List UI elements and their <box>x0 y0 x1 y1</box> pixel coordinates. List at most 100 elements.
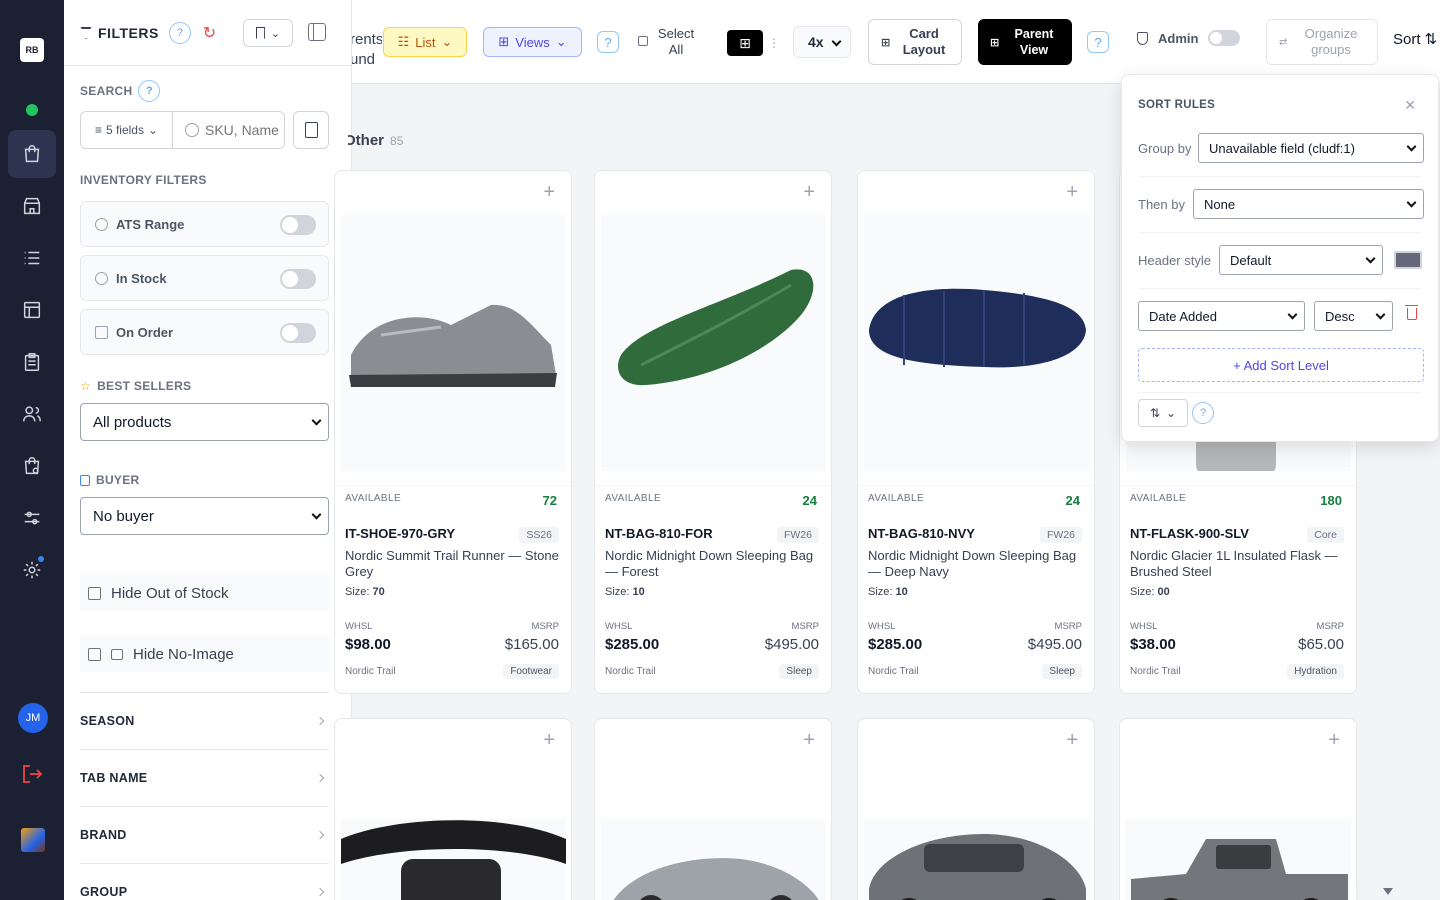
product-card[interactable]: + <box>857 718 1095 900</box>
admin-toggle[interactable] <box>1208 30 1241 46</box>
hide-out-of-stock-checkbox[interactable] <box>88 586 101 600</box>
checkbox-icon <box>638 36 648 46</box>
product-image[interactable] <box>601 819 826 900</box>
rail-item-list[interactable] <box>8 234 56 282</box>
add-to-selection-icon[interactable]: + <box>803 181 815 204</box>
add-to-selection-icon[interactable]: + <box>1328 729 1340 752</box>
views-dropdown[interactable]: ⊞ Views ⌄ <box>483 27 582 57</box>
cube-icon <box>95 217 108 231</box>
parent-view-button[interactable]: ⊞ Parent View <box>978 19 1072 65</box>
then-by-select[interactable]: None <box>1193 189 1424 219</box>
accordion-group[interactable]: GROUP <box>80 863 329 900</box>
buyer-select[interactable]: No buyer <box>80 497 329 535</box>
product-image[interactable] <box>341 215 566 471</box>
rail-item-sliders[interactable] <box>8 494 56 542</box>
sliders-icon <box>24 511 40 525</box>
add-to-selection-icon[interactable]: + <box>543 181 555 204</box>
ats-range-toggle-row[interactable]: ATS Range <box>80 201 329 247</box>
columns-select[interactable]: 4x <box>793 26 851 58</box>
search-fields-dropdown[interactable]: ≡ 5 fields ⌄ <box>81 112 173 148</box>
available-count: 180 <box>1320 493 1342 508</box>
on-order-toggle-row[interactable]: On Order <box>80 309 329 355</box>
ats-range-toggle[interactable] <box>280 215 316 235</box>
product-image[interactable] <box>864 215 1089 471</box>
card-layout-button[interactable]: ⊞ Card Layout <box>868 19 962 65</box>
organize-groups-button[interactable]: ⇄ Organize groups <box>1266 19 1378 65</box>
logout-icon <box>23 765 43 783</box>
product-image[interactable] <box>864 819 1089 900</box>
product-card[interactable]: + <box>334 718 572 900</box>
list-view-dropdown[interactable]: ☷ List ⌄ <box>383 27 467 57</box>
select-all-line-2: All <box>668 42 684 57</box>
add-to-selection-icon[interactable]: + <box>1066 181 1078 204</box>
rail-item-clipboard[interactable] <box>8 338 56 386</box>
product-card[interactable]: + <box>1119 718 1357 900</box>
product-brand: Nordic Trail <box>345 666 396 677</box>
best-sellers-section-label: ☆ BEST SELLERS <box>80 379 191 393</box>
reset-filters-icon[interactable]: ↻ <box>203 23 216 43</box>
logout-button[interactable] <box>20 762 44 789</box>
hide-no-image-row[interactable]: Hide No-Image <box>80 636 329 672</box>
product-card[interactable]: + AVAILABLE 24 NT-BAG-810-NVY FW26 Nordi… <box>857 170 1095 694</box>
add-to-selection-icon[interactable]: + <box>803 729 815 752</box>
help-icon[interactable]: ? <box>1087 31 1109 53</box>
scroll-down-arrow-icon[interactable] <box>1383 888 1393 895</box>
close-icon[interactable]: ✕ <box>1404 97 1416 114</box>
sort-button[interactable]: Sort ⇅ <box>1393 30 1437 49</box>
search-help-icon[interactable]: ? <box>138 80 161 102</box>
user-picture[interactable] <box>21 828 45 852</box>
msrp-price: $165.00 <box>504 636 559 653</box>
store-icon <box>23 197 41 215</box>
saved-filters-dropdown[interactable]: ⌄ <box>243 19 293 47</box>
help-icon[interactable]: ? <box>597 31 619 53</box>
user-avatar[interactable]: JM <box>18 703 48 733</box>
product-card[interactable]: + <box>594 718 832 900</box>
rail-item-store-settings[interactable] <box>8 442 56 490</box>
group-header[interactable]: Other 85 <box>348 132 428 149</box>
grid-view-button[interactable]: ⊞ <box>727 30 763 56</box>
rail-item-users[interactable] <box>8 390 56 438</box>
more-options-icon[interactable]: ⋮ <box>768 36 780 50</box>
sort-direction-value: Desc <box>1325 308 1355 324</box>
product-image[interactable] <box>601 215 826 471</box>
hide-out-of-stock-row[interactable]: Hide Out of Stock <box>80 575 329 611</box>
trash-icon[interactable] <box>1405 305 1418 320</box>
sort-field-select[interactable]: Date Added <box>1138 301 1305 331</box>
admin-toggle-row[interactable]: Admin <box>1137 30 1241 46</box>
accordion-tab-name[interactable]: TAB NAME <box>80 749 329 806</box>
product-image[interactable] <box>1126 819 1351 900</box>
msrp-label: MSRP <box>1316 621 1344 632</box>
product-card[interactable]: + AVAILABLE 24 NT-BAG-810-FOR FW26 Nordi… <box>594 170 832 694</box>
rail-item-catalog[interactable] <box>8 130 56 178</box>
accordion-brand[interactable]: BRAND <box>80 806 329 863</box>
bulk-paste-button[interactable] <box>293 111 329 149</box>
product-sku: IT-SHOE-970-GRY <box>345 526 456 541</box>
rail-item-settings[interactable] <box>8 546 56 594</box>
add-to-selection-icon[interactable]: + <box>1066 729 1078 752</box>
on-order-toggle[interactable] <box>280 323 316 343</box>
group-by-select[interactable]: Unavailable field (cludf:1) <box>1198 133 1424 163</box>
help-icon[interactable]: ? <box>1192 402 1214 424</box>
rail-item-store[interactable] <box>8 182 56 230</box>
size-label: Size: <box>1130 586 1155 598</box>
help-icon[interactable]: ? <box>168 21 191 44</box>
add-to-selection-icon[interactable]: + <box>543 729 555 752</box>
select-all-button[interactable]: Select All <box>638 25 700 59</box>
rail-item-layout[interactable] <box>8 286 56 334</box>
product-name: Nordic Glacier 1L Insulated Flask — Brus… <box>1130 548 1338 579</box>
product-card[interactable]: + AVAILABLE 72 IT-SHOE-970-GRY SS26 Nord… <box>334 170 572 694</box>
app-logo[interactable]: RB <box>20 38 44 62</box>
accordion-season[interactable]: SEASON <box>80 692 329 749</box>
in-stock-toggle-row[interactable]: In Stock <box>80 255 329 301</box>
header-style-select[interactable]: Default <box>1219 245 1383 275</box>
whsl-label: WHSL <box>605 621 633 632</box>
sort-direction-menu[interactable]: ⇅ ⌄ <box>1138 399 1188 427</box>
best-sellers-select[interactable]: All products <box>80 403 329 441</box>
collapse-panel-icon[interactable] <box>308 23 326 41</box>
add-sort-level-button[interactable]: + Add Sort Level <box>1138 348 1424 382</box>
in-stock-toggle[interactable] <box>280 269 316 289</box>
product-image[interactable] <box>341 819 566 900</box>
header-color-swatch[interactable] <box>1394 251 1422 269</box>
sort-direction-select[interactable]: Desc <box>1314 301 1393 331</box>
hide-no-image-checkbox[interactable] <box>88 647 101 661</box>
